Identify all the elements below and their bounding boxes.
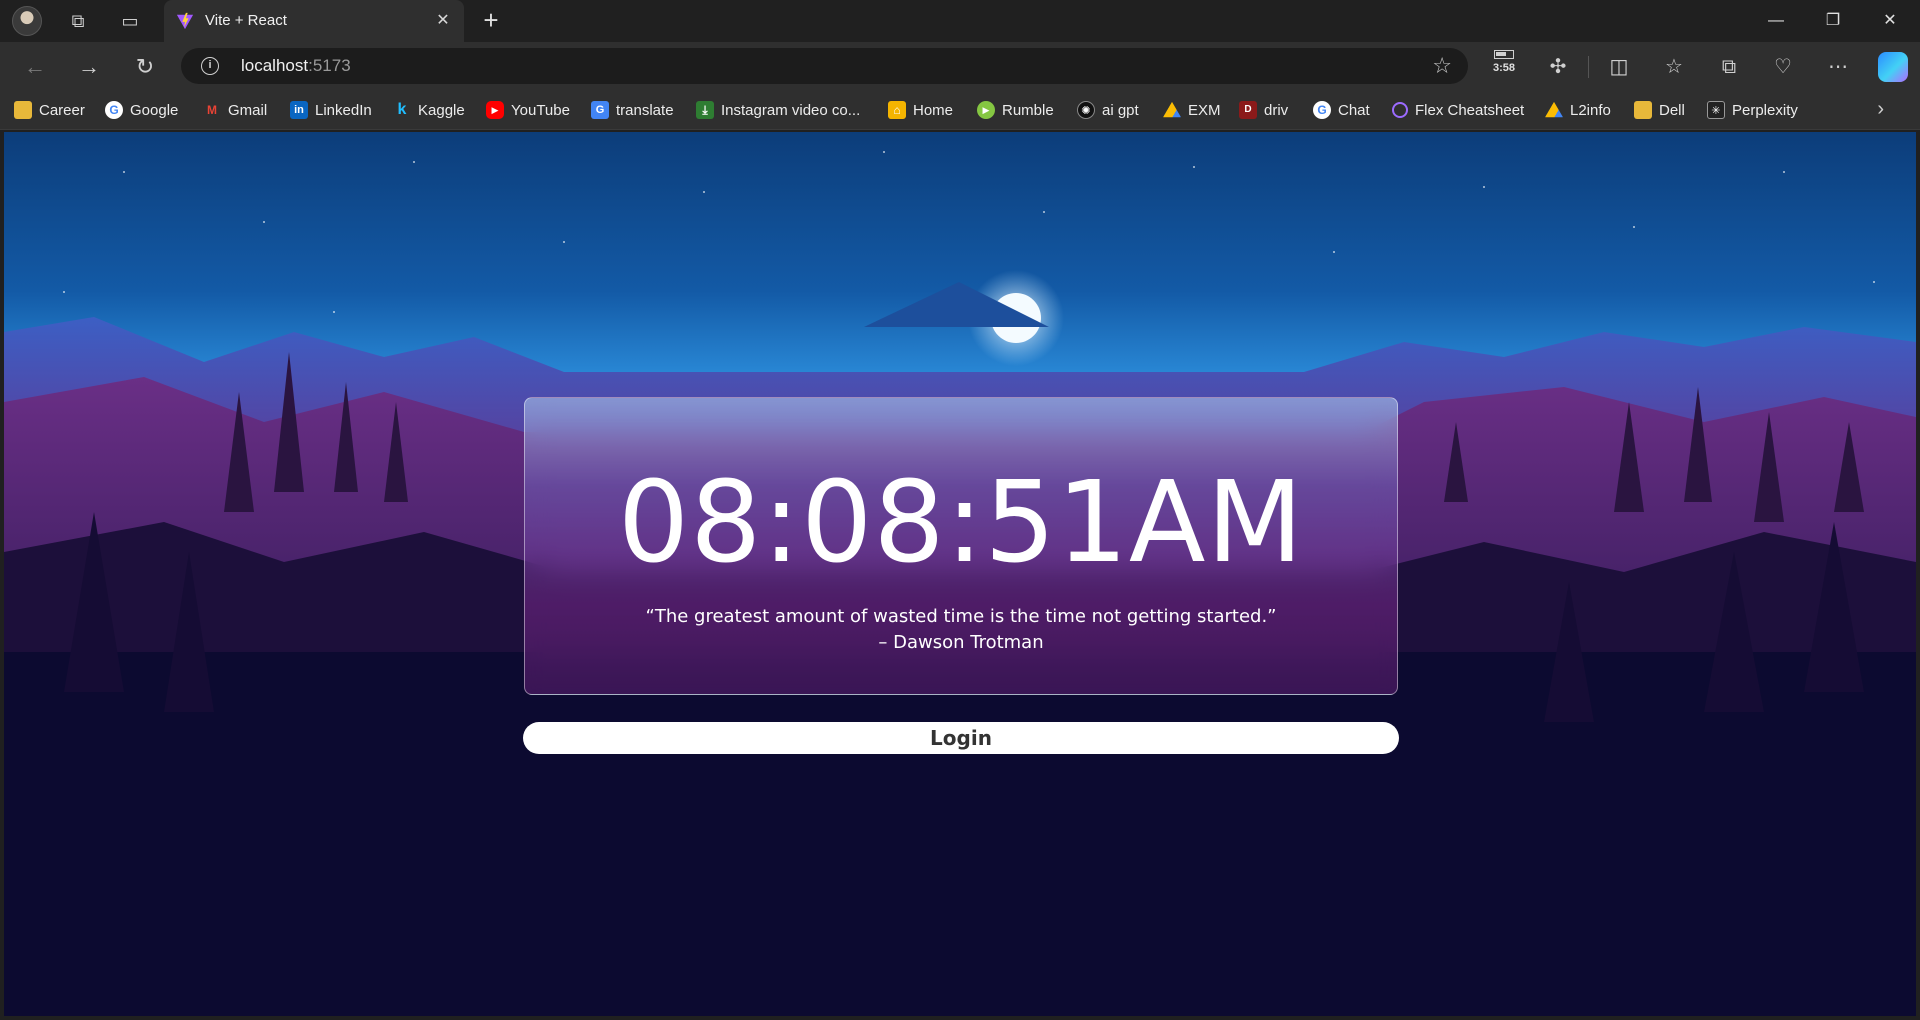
rumble-icon: ▶ [977, 101, 995, 119]
bookmark-instagram-video[interactable]: ⤓ Instagram video co... [696, 99, 860, 121]
extensions-icon[interactable]: ✣ [1543, 52, 1573, 82]
translate-icon: G [591, 101, 609, 119]
bookmark-label: Kaggle [418, 101, 465, 119]
bookmark-label: YouTube [511, 101, 570, 119]
copilot-icon[interactable] [1878, 52, 1908, 82]
linkedin-icon: in [290, 101, 308, 119]
battery-icon [1494, 50, 1514, 59]
google-icon: G [1313, 101, 1331, 119]
quote-text: “The greatest amount of wasted time is t… [645, 606, 1277, 627]
bookmark-l2info[interactable]: L2info [1545, 99, 1611, 121]
vite-icon [176, 12, 194, 30]
bookmark-label: Home [913, 101, 954, 119]
bookmark-label: Dell [1659, 101, 1685, 119]
clock-card: 08:08:51AM “The greatest amount of waste… [524, 397, 1398, 695]
drive-icon [1545, 101, 1563, 118]
bookmark-rumble[interactable]: ▶ Rumble [977, 99, 1054, 121]
more-options-icon[interactable]: ⋯ [1823, 52, 1853, 82]
bookmark-ai-gpt[interactable]: ✺ ai gpt [1077, 99, 1139, 121]
driv-icon: D [1239, 101, 1257, 119]
digital-clock: 08:08:51AM [617, 458, 1305, 588]
folder-icon [14, 101, 32, 119]
battery-indicator: 3:58 [1490, 50, 1518, 74]
vertical-tabs-icon[interactable]: ▭ [118, 9, 142, 33]
battery-time: 3:58 [1492, 62, 1516, 74]
favorites-icon[interactable]: ☆ [1659, 52, 1689, 82]
kaggle-icon: k [397, 101, 407, 118]
favorite-star-icon[interactable]: ☆ [1432, 53, 1452, 79]
bookmark-driv[interactable]: Ddriv [1239, 99, 1288, 121]
perplexity-icon: ✳ [1707, 101, 1725, 119]
bookmark-career[interactable]: Career [14, 99, 85, 121]
bookmark-label: driv [1264, 101, 1289, 119]
bookmarks-bar: Career G Google M Gmail in LinkedIn k Kaggle… [0, 90, 1920, 130]
new-tab-button[interactable]: + [478, 7, 504, 34]
bookmark-label: L2info [1570, 101, 1611, 119]
url-text[interactable]: localhost:5173 [241, 56, 351, 76]
bookmark-youtube[interactable]: ▶ YouTube [486, 99, 570, 121]
bookmark-label: Instagram video co... [721, 101, 861, 119]
toolbar-divider [1588, 56, 1589, 78]
tab-title: Vite + React [205, 12, 287, 29]
restore-button[interactable]: ❐ [1813, 8, 1853, 34]
url-port: :5173 [308, 56, 351, 75]
site-info-icon[interactable]: i [201, 57, 219, 75]
bookmark-gmail[interactable]: M Gmail [203, 99, 267, 121]
bookmark-label: Career [39, 101, 85, 119]
google-icon: G [105, 101, 123, 119]
quote-block: “The greatest amount of wasted time is t… [525, 604, 1397, 656]
gmail-icon: M [207, 103, 217, 117]
workspaces-icon[interactable]: ⧉ [66, 9, 90, 33]
bookmark-home[interactable]: ⌂ Home [888, 99, 953, 121]
collections-icon[interactable]: ⧉ [1714, 52, 1744, 82]
title-bar: ⧉ ▭ Vite + React ✕ + — ❐ ✕ [0, 0, 1920, 42]
home-icon: ⌂ [888, 101, 906, 119]
bookmark-label: Gmail [228, 101, 268, 119]
refresh-button[interactable]: ↻ [130, 52, 160, 82]
bookmark-label: EXM [1188, 101, 1221, 119]
url-host: localhost [241, 56, 309, 75]
bookmark-dell[interactable]: Dell [1634, 99, 1685, 121]
bookmark-label: Google [130, 101, 179, 119]
bookmark-label: LinkedIn [315, 101, 372, 119]
address-bar[interactable]: i localhost:5173 ☆ [181, 48, 1468, 84]
bookmark-kaggle[interactable]: k Kaggle [393, 99, 465, 121]
bookmark-translate[interactable]: Gtranslate [591, 99, 674, 121]
bookmark-chat[interactable]: G Chat [1313, 99, 1370, 121]
openai-icon: ✺ [1077, 101, 1095, 119]
navigation-bar: ← → ↻ i localhost:5173 ☆ 3:58 ✣ ◫ ☆ ⧉ ♡ … [0, 42, 1920, 90]
back-button[interactable]: ← [20, 52, 50, 82]
bookmark-label: Chat [1338, 101, 1370, 119]
tab-active[interactable]: Vite + React ✕ [164, 0, 464, 42]
bookmark-exm[interactable]: EXM [1163, 99, 1221, 121]
bookmark-label: Flex Cheatsheet [1415, 101, 1525, 119]
bookmark-label: Perplexity [1732, 101, 1798, 119]
drive-icon [1163, 101, 1181, 118]
bookmark-perplexity[interactable]: ✳ Perplexity [1707, 99, 1798, 121]
chevron-right-icon[interactable]: › [1877, 98, 1884, 121]
ring-icon [1392, 102, 1408, 118]
browser-essentials-icon[interactable]: ♡ [1768, 52, 1798, 82]
minimize-button[interactable]: — [1756, 8, 1796, 34]
folder-icon [1634, 101, 1652, 119]
bookmark-flex-cheatsheet[interactable]: Flex Cheatsheet [1392, 99, 1524, 121]
tab-close-icon[interactable]: ✕ [432, 10, 454, 32]
bookmark-label: ai gpt [1102, 101, 1139, 119]
login-button[interactable]: Login [523, 722, 1399, 754]
bookmark-label: translate [616, 101, 674, 119]
bookmark-label: Rumble [1002, 101, 1054, 119]
bookmark-google[interactable]: G Google [105, 99, 178, 121]
forward-button[interactable]: → [74, 52, 104, 82]
youtube-icon: ▶ [486, 101, 504, 119]
split-screen-icon[interactable]: ◫ [1604, 52, 1634, 82]
profile-avatar[interactable] [12, 6, 42, 36]
bookmark-linkedin[interactable]: in LinkedIn [290, 99, 372, 121]
close-window-button[interactable]: ✕ [1870, 8, 1910, 34]
page-viewport: 08:08:51AM “The greatest amount of waste… [4, 132, 1916, 1016]
download-icon: ⤓ [696, 101, 714, 119]
quote-author: – Dawson Trotman [878, 632, 1044, 653]
